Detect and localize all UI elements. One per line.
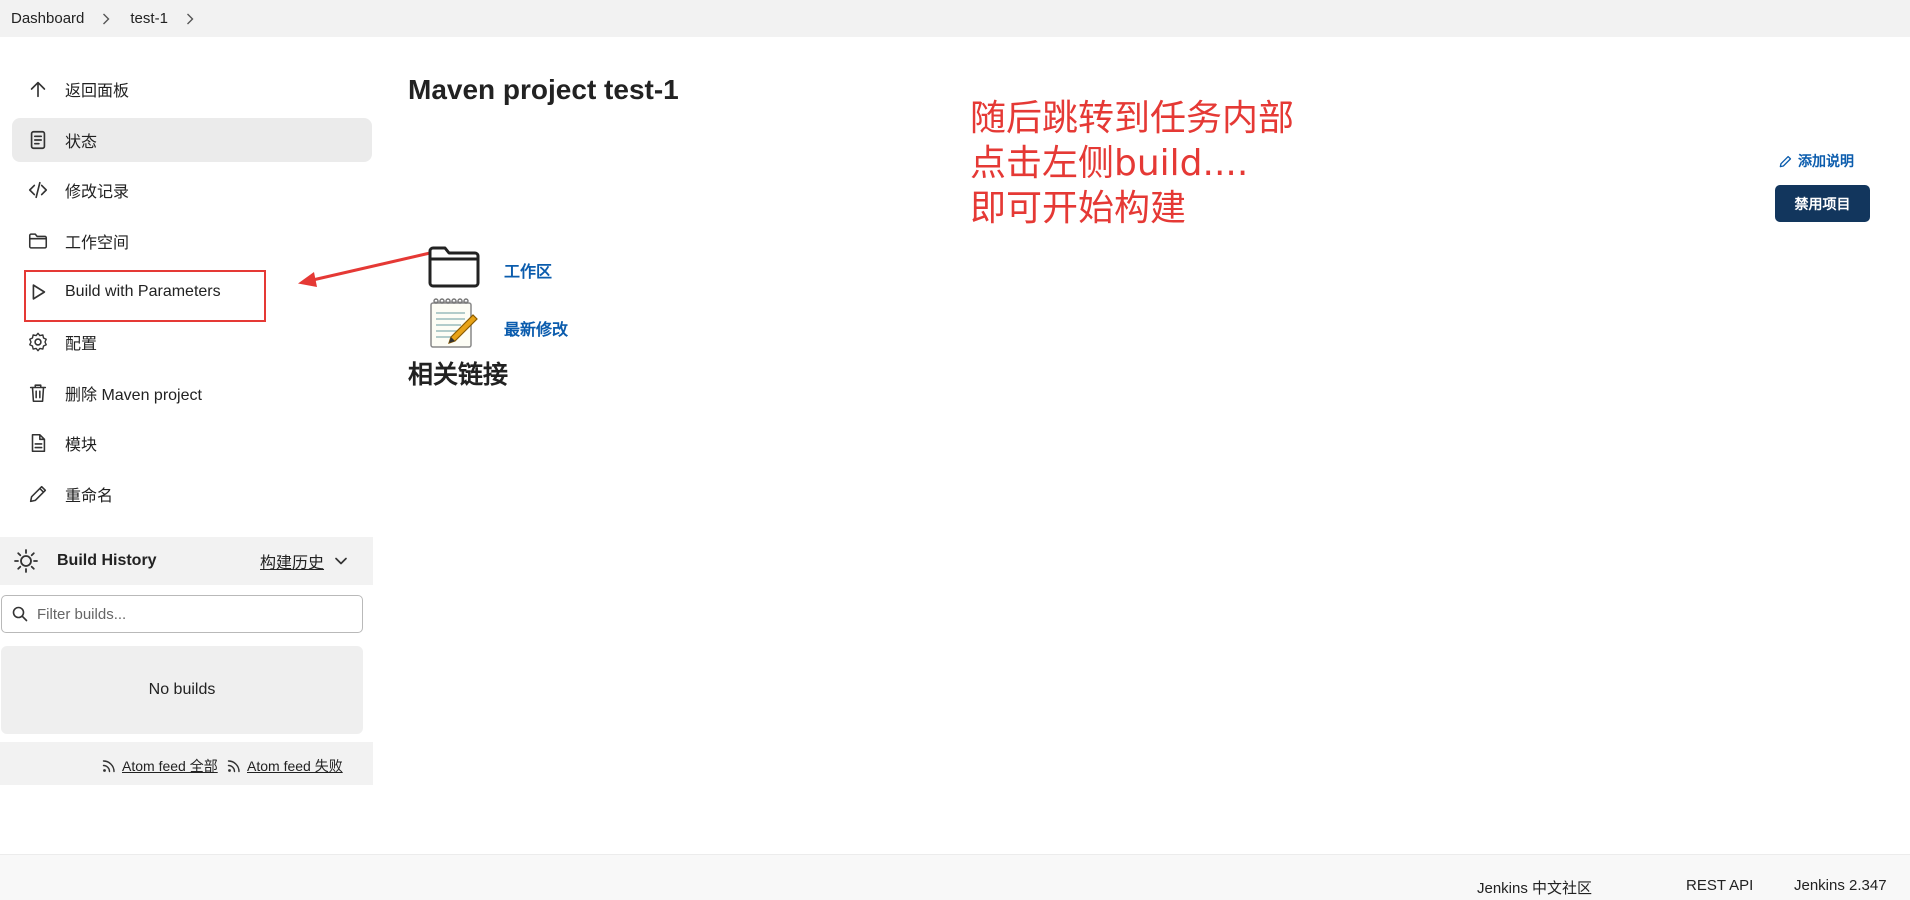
atom-feed-bar: Atom feed 全部 Atom feed 失败 [0, 742, 373, 785]
add-description-link[interactable]: 添加说明 [1778, 151, 1854, 171]
sun-icon [14, 549, 38, 573]
atom-feed-failed-link[interactable]: Atom feed 失败 [227, 756, 343, 776]
page-title: Maven project test-1 [408, 74, 679, 105]
pencil-icon [1779, 155, 1792, 167]
sidebar-item-delete-project[interactable]: 删除 Maven project [12, 371, 372, 415]
workspace-link[interactable]: 工作区 [504, 258, 552, 282]
recent-changes-link[interactable]: 最新修改 [504, 316, 568, 340]
build-history-header: Build History 构建历史 [0, 537, 373, 585]
disable-project-button[interactable]: 禁用项目 [1775, 185, 1870, 222]
file-icon [26, 431, 50, 455]
sidebar-item-label: 配置 [65, 336, 98, 353]
related-links-title: 相关链接 [408, 360, 509, 389]
sidebar-item-label: 删除 Maven project [65, 387, 202, 404]
folder-icon[interactable] [427, 245, 481, 289]
build-history-trend-link[interactable]: 构建历史 [260, 549, 324, 573]
search-icon [12, 606, 28, 622]
add-description-label: 添加说明 [1798, 153, 1854, 169]
sidebar-item-label: 状态 [65, 134, 98, 151]
footer-rest-api-link[interactable]: REST API [1686, 877, 1753, 894]
breadcrumb-dashboard[interactable]: Dashboard [11, 10, 84, 27]
breadcrumb-test-1[interactable]: test-1 [130, 10, 168, 27]
sidebar-item-configure[interactable]: 配置 [12, 320, 372, 364]
no-builds-panel: No builds [1, 646, 363, 734]
pencil-icon [26, 482, 50, 506]
trash-icon [26, 381, 50, 405]
sidebar-item-back-to-dashboard[interactable]: 返回面板 [12, 67, 372, 111]
filter-builds-input[interactable] [35, 604, 355, 624]
atom-feed-all-label: Atom feed 全部 [122, 758, 218, 774]
gear-icon [26, 330, 50, 354]
build-history-title: Build History [57, 552, 157, 569]
highlight-box [24, 270, 266, 322]
annotation-arrow-icon [298, 251, 431, 287]
sidebar-item-modules[interactable]: 模块 [12, 421, 372, 465]
annotation-line: 随后跳转到任务内部 [970, 98, 1295, 139]
sidebar-item-label: 重命名 [65, 488, 114, 505]
footer-community-link[interactable]: Jenkins 中文社区 [1477, 877, 1592, 898]
rss-icon [227, 760, 240, 773]
sidebar-item-label: 工作空间 [65, 235, 130, 252]
sidebar-item-label: 模块 [65, 437, 98, 454]
footer-version-link[interactable]: Jenkins 2.347 [1794, 877, 1887, 894]
sidebar-item-rename[interactable]: 重命名 [12, 472, 372, 516]
footer: Jenkins 中文社区 REST API Jenkins 2.347 [0, 854, 1910, 900]
annotation-line: 点击左侧build.... [970, 143, 1249, 184]
chevron-down-icon[interactable] [334, 554, 348, 568]
atom-feed-failed-label: Atom feed 失败 [247, 758, 343, 774]
breadcrumb: Dashboard test-1 [0, 0, 1910, 37]
sidebar-item-status[interactable]: 状态 [12, 118, 372, 162]
chevron-right-icon[interactable] [186, 13, 194, 25]
arrow-up-icon [26, 77, 50, 101]
atom-feed-all-link[interactable]: Atom feed 全部 [102, 756, 218, 776]
sidebar-item-label: 返回面板 [65, 83, 130, 100]
chevron-right-icon[interactable] [102, 13, 110, 25]
notepad-icon[interactable] [427, 297, 481, 349]
annotation-text: 随后跳转到任务内部 点击左侧build.... 即可开始构建 [970, 96, 1294, 231]
code-icon [26, 178, 50, 202]
rss-icon [102, 760, 115, 773]
sidebar-item-changes[interactable]: 修改记录 [12, 168, 372, 212]
no-builds-text: No builds [148, 681, 216, 698]
folder-icon [26, 229, 50, 253]
sidebar-item-label: 修改记录 [65, 184, 130, 201]
filter-builds-field[interactable] [1, 595, 363, 633]
document-icon [26, 128, 50, 152]
annotation-line: 即可开始构建 [970, 188, 1187, 229]
